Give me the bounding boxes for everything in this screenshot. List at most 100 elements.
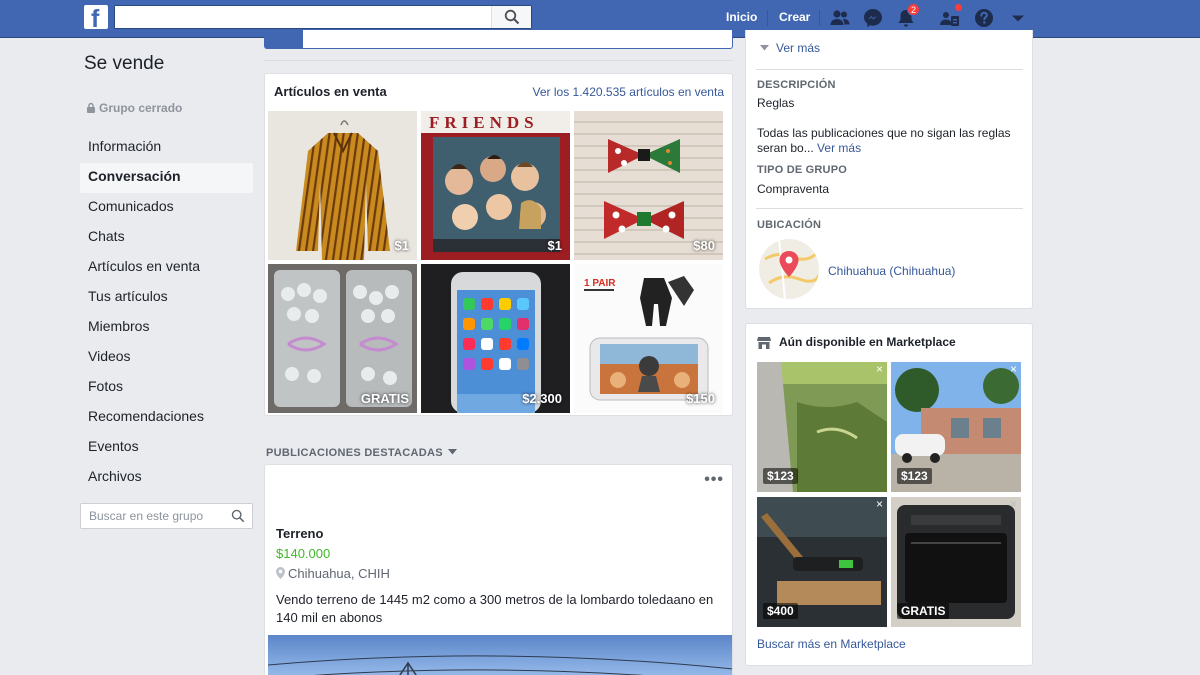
featured-post-card: ••• Terreno $140.000 Chihuahua, CHIH Ven… <box>264 464 733 675</box>
sale-item-price: GRATIS <box>360 391 409 406</box>
account-menu-icon[interactable] <box>1007 7 1029 29</box>
nav-item-comunicados[interactable]: Comunicados <box>80 193 253 223</box>
nav-item-recomendaciones[interactable]: Recomendaciones <box>80 403 253 433</box>
post-description: Vendo terreno de 1445 m2 como a 300 metr… <box>276 592 714 625</box>
lock-icon <box>87 102 95 113</box>
close-icon[interactable]: × <box>876 363 883 375</box>
post-location-label: Chihuahua, CHIH <box>288 566 390 581</box>
sale-item-tile[interactable]: $80 <box>574 111 723 260</box>
create-link[interactable]: Crear <box>779 10 810 24</box>
sale-item-tile[interactable]: $2.300 <box>421 264 570 413</box>
composer-tab <box>265 30 303 48</box>
post-photo[interactable] <box>267 635 732 675</box>
post-location: Chihuahua, CHIH <box>276 566 390 581</box>
marketplace-title: Aún disponible en Marketplace <box>779 335 956 349</box>
location-link[interactable]: Chihuahua (Chihuahua) <box>828 264 955 278</box>
nav-item-videos[interactable]: Videos <box>80 343 253 373</box>
nav-divider <box>819 10 820 26</box>
group-title[interactable]: Se vende <box>84 53 164 75</box>
sale-item-overlay-text: 1 PAIR <box>584 278 616 289</box>
featured-posts-label: PUBLICACIONES DESTACADAS <box>266 447 443 459</box>
caret-down-icon <box>447 449 457 455</box>
chevron-down-icon <box>760 45 769 51</box>
sale-item-price: $80 <box>693 238 715 253</box>
group-search-input[interactable] <box>81 504 221 528</box>
close-icon[interactable]: × <box>1010 363 1017 375</box>
notifications-badge: 2 <box>907 3 921 16</box>
divider <box>756 69 1023 70</box>
marketplace-item-price: $400 <box>763 603 798 619</box>
sale-item-price: $2.300 <box>522 391 562 406</box>
see-all-items-link[interactable]: Ver los 1.420.535 artículos en venta <box>533 85 724 99</box>
sky-powerlines-photo <box>267 655 732 675</box>
nav-item-informacion[interactable]: Información <box>80 133 253 163</box>
group-type-label: TIPO DE GRUPO <box>757 164 847 176</box>
close-icon[interactable]: × <box>1010 498 1017 510</box>
nav-item-miembros[interactable]: Miembros <box>80 313 253 343</box>
marketplace-item-price: $123 <box>763 468 798 484</box>
close-icon[interactable]: × <box>876 498 883 510</box>
items-for-sale-title: Artículos en venta <box>274 84 387 99</box>
description-see-more-link[interactable]: Ver más <box>817 141 861 155</box>
marketplace-item-tile[interactable]: × $123 <box>891 362 1021 492</box>
sale-item-tile[interactable]: GRATIS <box>268 264 417 413</box>
nav-divider <box>767 10 768 26</box>
friends-icon[interactable] <box>829 7 851 29</box>
home-link[interactable]: Inicio <box>726 10 757 24</box>
post-title[interactable]: Terreno <box>276 526 323 541</box>
nav-item-fotos[interactable]: Fotos <box>80 373 253 403</box>
see-more-link[interactable]: Ver más <box>760 41 820 55</box>
post-price: $140.000 <box>276 546 331 561</box>
messenger-icon[interactable] <box>862 7 884 29</box>
nav-item-articulos-en-venta[interactable]: Artículos en venta <box>80 253 253 283</box>
nav-item-chats[interactable]: Chats <box>80 223 253 253</box>
svg-text:FRIENDS: FRIENDS <box>429 113 539 132</box>
sale-item-price: $150 <box>686 391 715 406</box>
location-map-thumbnail[interactable] <box>759 239 819 299</box>
marketplace-item-price: $123 <box>897 468 932 484</box>
description-body: Todas las publicaciones que no sigan las… <box>757 126 1011 155</box>
sale-item-price: $1 <box>547 238 562 253</box>
nav-item-tus-articulos[interactable]: Tus artículos <box>80 283 253 313</box>
global-search-input[interactable] <box>115 6 485 28</box>
marketplace-item-price: GRATIS <box>897 603 950 619</box>
groups-button[interactable] <box>939 3 963 32</box>
about-group-card: Ver más DESCRIPCIÓN Reglas Todas las pub… <box>745 30 1033 309</box>
composer-box[interactable] <box>264 30 733 49</box>
post-options-icon[interactable]: ••• <box>704 472 724 488</box>
marketplace-item-tile[interactable]: × GRATIS <box>891 497 1021 627</box>
sale-item-tile[interactable]: $1 <box>268 111 417 260</box>
nav-item-eventos[interactable]: Eventos <box>80 433 253 463</box>
search-icon[interactable] <box>231 509 245 523</box>
marketplace-card: Aún disponible en Marketplace × $123 × $… <box>745 323 1033 666</box>
facebook-logo[interactable]: f <box>84 5 108 29</box>
sale-item-tile[interactable]: FRIENDS $1 <box>421 111 570 260</box>
notifications-button[interactable]: 2 <box>895 3 921 32</box>
map-pin-icon <box>764 239 819 299</box>
facebook-logo-letter: f <box>91 5 100 29</box>
shop-icon <box>757 337 771 349</box>
search-icon <box>504 9 520 25</box>
divider <box>756 208 1023 209</box>
location-label: UBICACIÓN <box>757 219 822 231</box>
sale-item-price: $1 <box>394 238 409 253</box>
sale-item-tile[interactable]: 1 PAIR $150 <box>574 264 723 413</box>
group-nav: Información Conversación Comunicados Cha… <box>80 133 253 493</box>
description-label: DESCRIPCIÓN <box>757 79 836 91</box>
marketplace-item-tile[interactable]: × $123 <box>757 362 887 492</box>
group-type-value: Compraventa <box>757 182 830 196</box>
search-button[interactable] <box>491 6 531 28</box>
nav-item-archivos[interactable]: Archivos <box>80 463 253 493</box>
marketplace-item-tile[interactable]: × $400 <box>757 497 887 627</box>
search-marketplace-link[interactable]: Buscar más en Marketplace <box>757 637 906 651</box>
location-pin-icon <box>276 567 285 579</box>
featured-posts-header[interactable]: PUBLICACIONES DESTACADAS <box>266 447 457 459</box>
items-for-sale-card: Artículos en venta Ver los 1.420.535 art… <box>264 73 733 416</box>
description-title: Reglas <box>757 96 795 110</box>
help-icon[interactable] <box>973 7 995 29</box>
groups-badge-dot <box>954 3 963 12</box>
group-search-box[interactable] <box>80 503 253 529</box>
see-more-label: Ver más <box>776 41 821 55</box>
nav-item-conversacion[interactable]: Conversación <box>80 163 253 193</box>
global-search-box[interactable] <box>114 5 532 29</box>
